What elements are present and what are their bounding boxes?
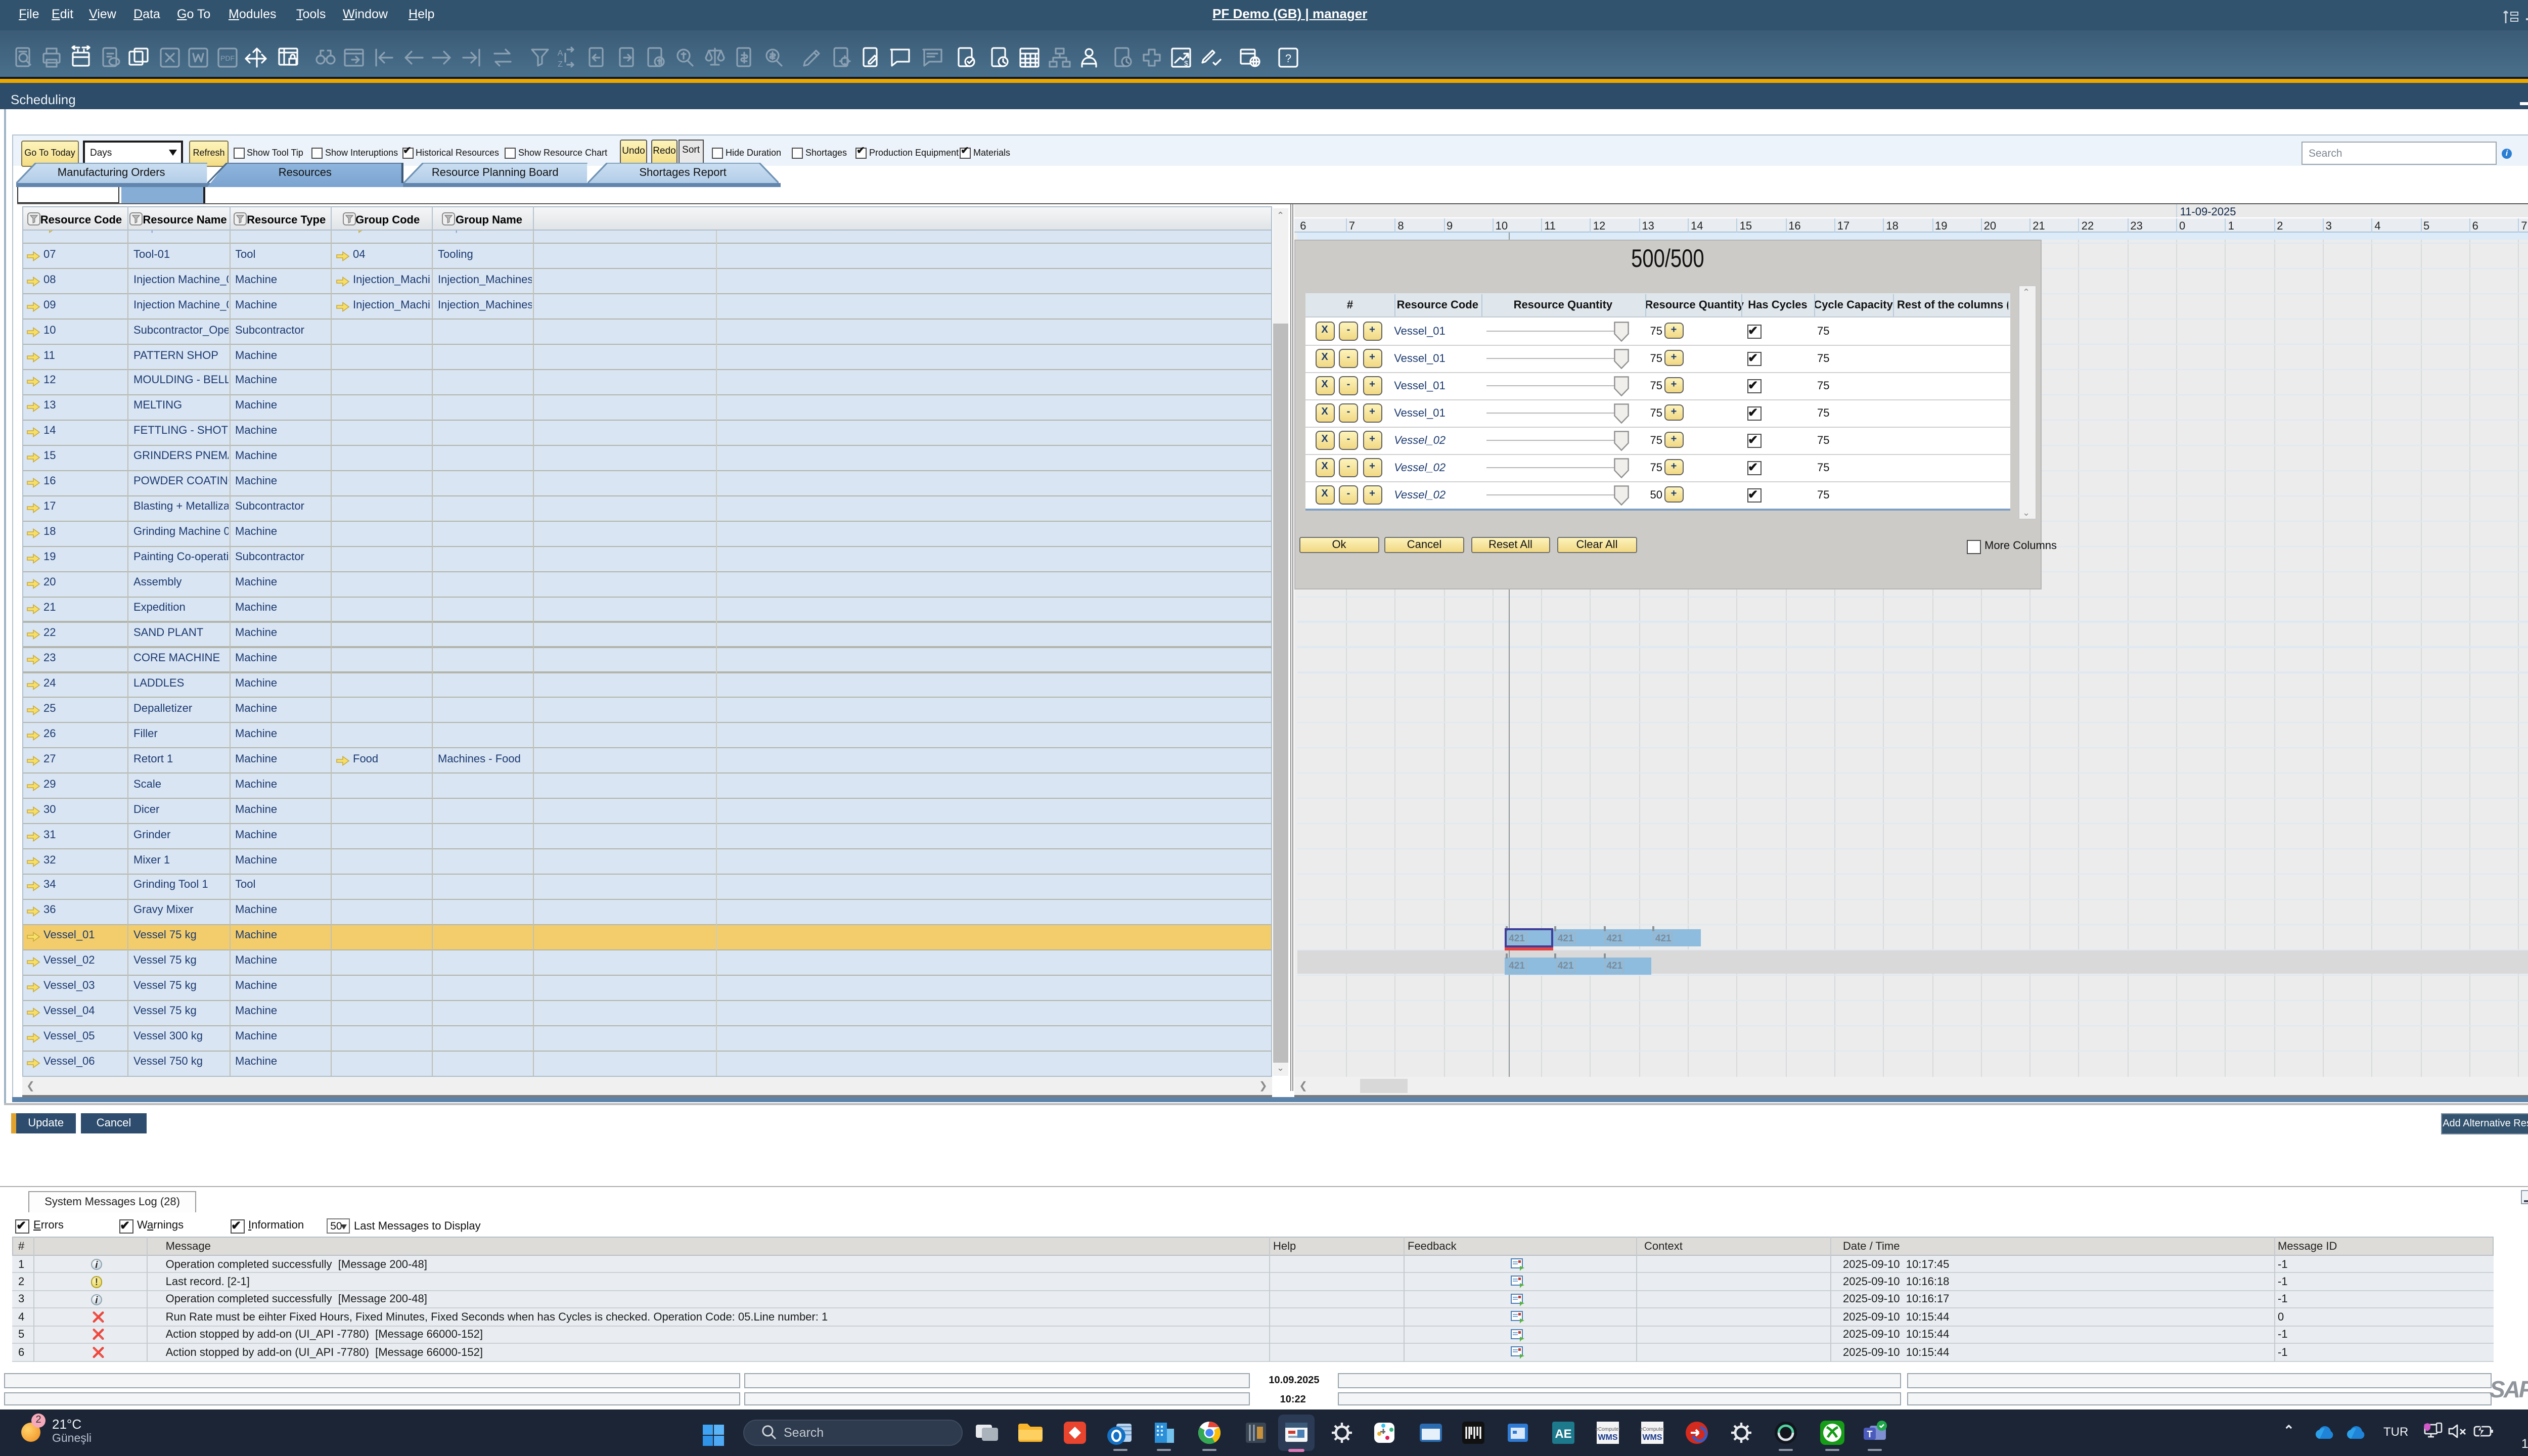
svg-text:Z: Z [558, 60, 563, 69]
svg-text:WMS: WMS [1642, 1433, 1662, 1442]
svg-text:AE: AE [1555, 1427, 1572, 1441]
svg-text:eComputer: eComputer [1595, 1427, 1620, 1432]
svg-text:T: T [1867, 1429, 1873, 1439]
svg-text:?: ? [1285, 52, 1291, 65]
svg-text:$: $ [1185, 59, 1189, 67]
svg-text:eComputer: eComputer [1640, 1427, 1665, 1432]
svg-text:WMS: WMS [1598, 1433, 1617, 1442]
svg-text:PDF: PDF [220, 54, 235, 62]
svg-text:A: A [558, 49, 563, 58]
